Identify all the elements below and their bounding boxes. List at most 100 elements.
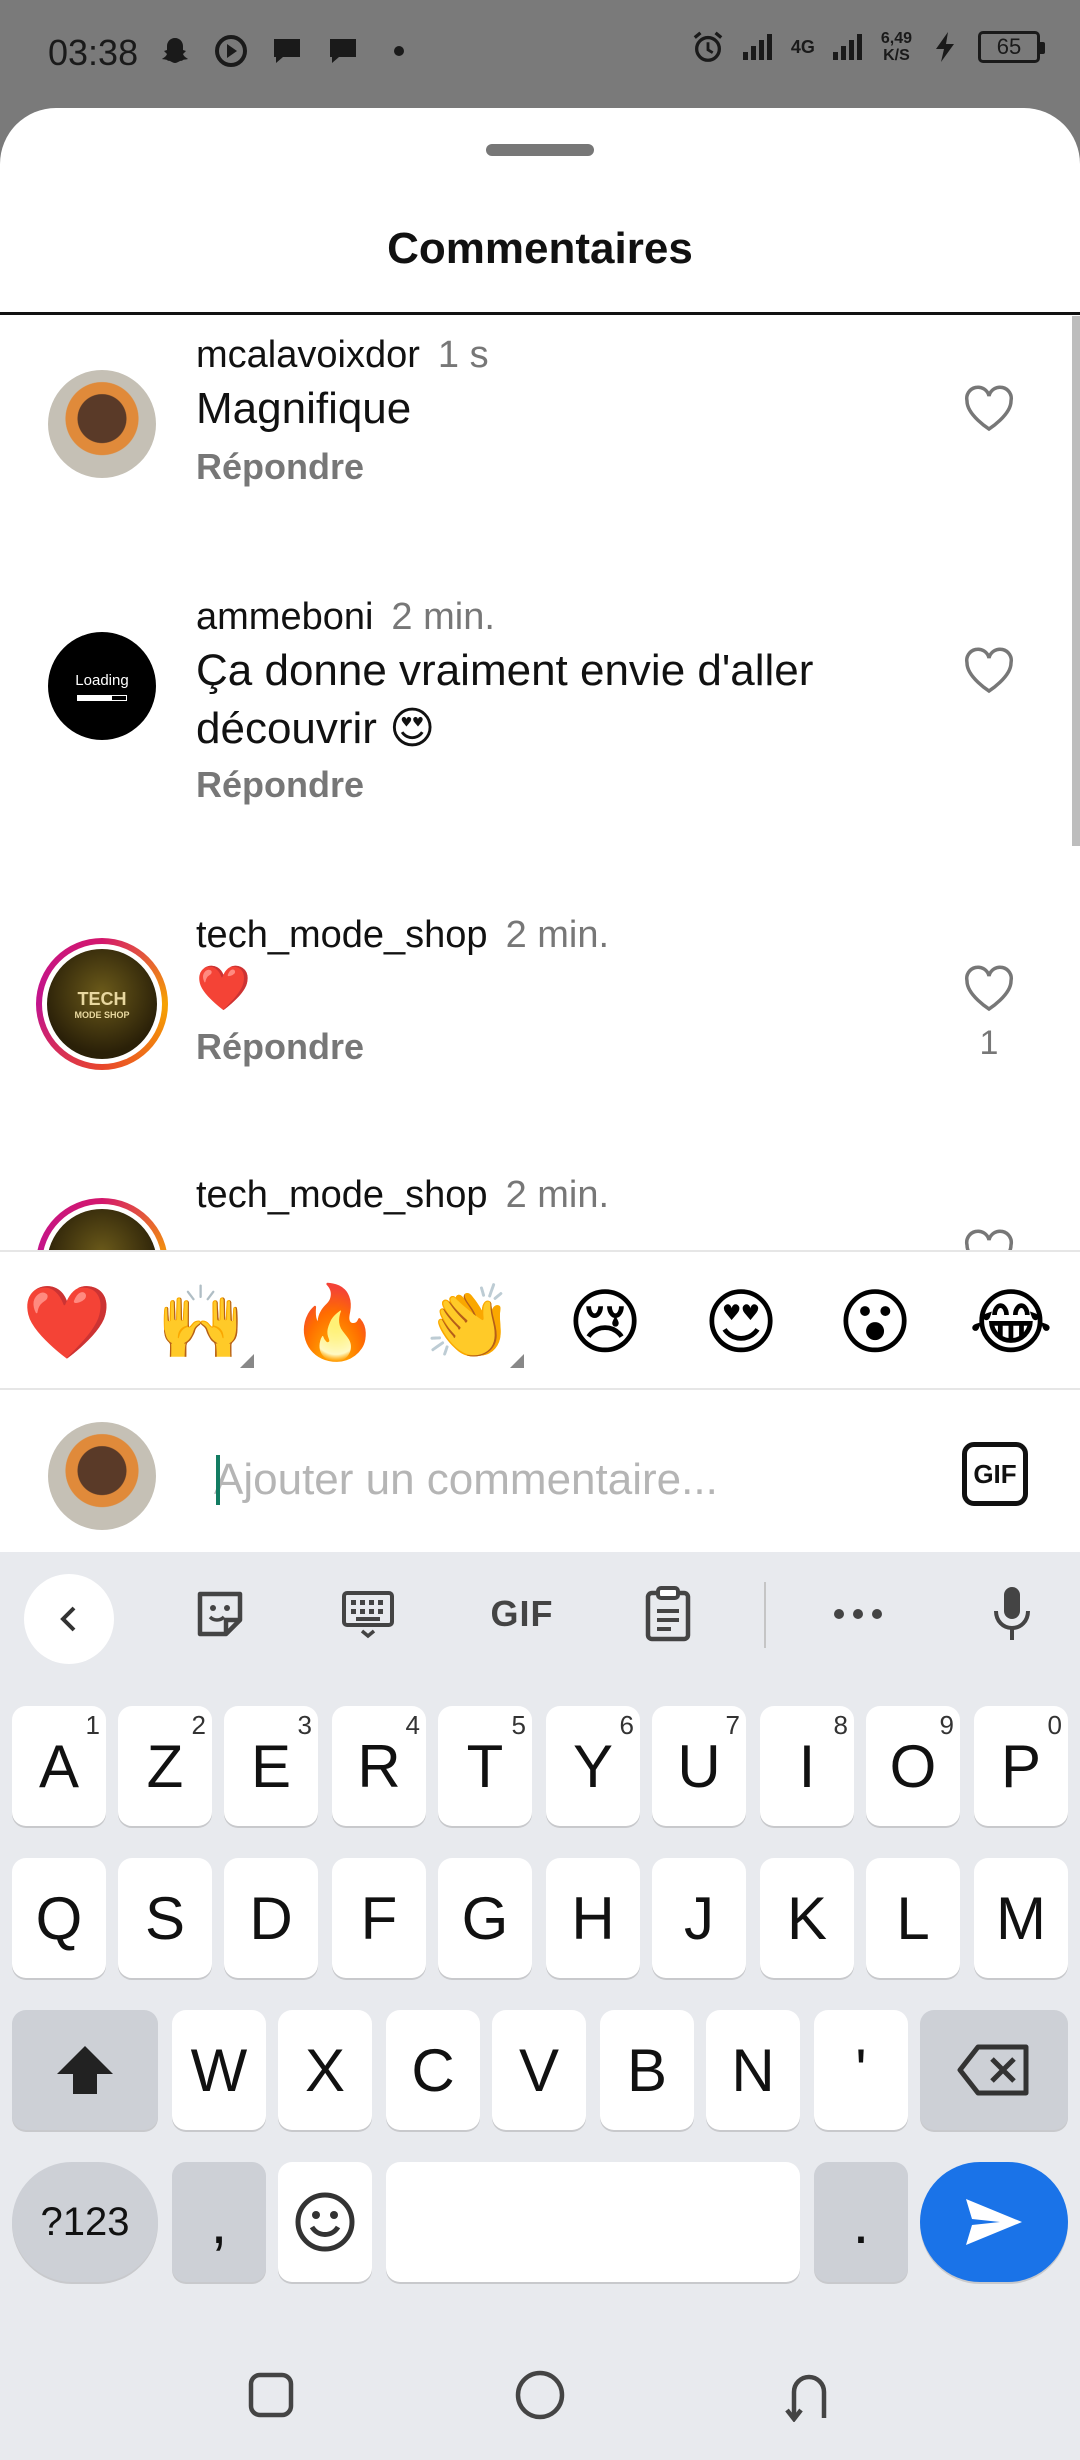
key-n[interactable]: N	[706, 2010, 800, 2130]
comment-composer: GIF	[0, 1390, 1080, 1552]
emoji-laughing-button[interactable]: 😂	[966, 1282, 1056, 1362]
key-d[interactable]: D	[224, 1858, 318, 1978]
comment-header: tech_mode_shop 2 min.	[196, 1174, 609, 1217]
key-o[interactable]: O9	[866, 1706, 960, 1826]
key-q[interactable]: Q	[12, 1858, 106, 1978]
message-icon-2	[326, 34, 360, 68]
key-c[interactable]: C	[386, 2010, 480, 2130]
emoji-raised-hands-button[interactable]: 🙌	[156, 1282, 246, 1362]
key-u[interactable]: U7	[652, 1706, 746, 1826]
signal-icon	[741, 30, 775, 64]
key-x[interactable]: X	[278, 2010, 372, 2130]
keyboard-switch-button[interactable]	[336, 1582, 400, 1646]
title-divider	[0, 312, 1080, 315]
period-key[interactable]: .	[814, 2162, 908, 2282]
key-i[interactable]: I8	[760, 1706, 854, 1826]
key-f[interactable]: F	[332, 1858, 426, 1978]
key-h[interactable]: H	[546, 1858, 640, 1978]
home-button[interactable]	[505, 2360, 575, 2430]
like-heart-icon[interactable]	[962, 646, 1016, 696]
space-bar[interactable]	[386, 2162, 800, 2282]
recent-apps-button[interactable]	[236, 2360, 306, 2430]
shift-arrow-icon	[57, 2046, 113, 2094]
avatar: TECH MODE SHOP	[47, 949, 157, 1059]
scrollbar[interactable]	[1072, 316, 1080, 846]
comment-username[interactable]: mcalavoixdor	[196, 334, 420, 376]
emoji-smile-icon	[295, 2192, 355, 2252]
network-speed-unit: K/S	[883, 47, 910, 64]
comment-time: 2 min.	[505, 914, 610, 956]
back-button[interactable]	[774, 2360, 844, 2430]
clipboard-button[interactable]	[636, 1582, 700, 1646]
reply-button[interactable]: Répondre	[196, 764, 364, 806]
send-key[interactable]	[920, 2162, 1068, 2282]
key-e[interactable]: E3	[224, 1706, 318, 1826]
status-right-icons: 4G 6,49 K/S 65	[691, 30, 1045, 64]
comment-username[interactable]: tech_mode_shop	[196, 1174, 488, 1216]
signal-icon-2	[831, 30, 865, 64]
emoji-surprised-button[interactable]: 😮	[830, 1282, 920, 1362]
key-w[interactable]: W	[172, 2010, 266, 2130]
charging-icon	[928, 30, 962, 64]
emoji-crying-button[interactable]: 😢	[560, 1282, 650, 1362]
avatar[interactable]: Loading	[48, 632, 156, 740]
emoji-fire-button[interactable]: 🔥	[290, 1282, 380, 1362]
key-apostrophe[interactable]: '	[814, 2010, 908, 2130]
emoji-key[interactable]	[278, 2162, 372, 2282]
key-g[interactable]: G	[438, 1858, 532, 1978]
keyboard-icon	[342, 1591, 394, 1639]
sheet-drag-handle[interactable]	[486, 144, 594, 156]
skin-tone-marker-icon	[240, 1354, 254, 1368]
key-t[interactable]: T5	[438, 1706, 532, 1826]
emoji-clap-button[interactable]: 👏	[424, 1282, 514, 1362]
like-heart-icon[interactable]	[962, 964, 1016, 1014]
reply-button[interactable]: Répondre	[196, 1026, 364, 1068]
symbols-key[interactable]: ?123	[12, 2162, 158, 2282]
comment-username[interactable]: ammeboni	[196, 596, 373, 638]
key-a[interactable]: A1	[12, 1706, 106, 1826]
sticker-button[interactable]	[188, 1582, 252, 1646]
avatar-story-ring[interactable]: TECH MODE SHOP	[36, 938, 168, 1070]
shift-key[interactable]	[12, 2010, 158, 2130]
key-p[interactable]: P0	[974, 1706, 1068, 1826]
skin-tone-marker-icon	[510, 1354, 524, 1368]
key-j[interactable]: J	[652, 1858, 746, 1978]
avatar-loading-text: Loading	[75, 671, 129, 689]
comment-username[interactable]: tech_mode_shop	[196, 914, 488, 956]
key-k[interactable]: K	[760, 1858, 854, 1978]
key-r[interactable]: R4	[332, 1706, 426, 1826]
key-label: Z	[146, 1732, 184, 1800]
comments-list[interactable]: mcalavoixdor 1 s Magnifique Répondre Load…	[0, 316, 1080, 1360]
gif-keyboard-button[interactable]: GIF	[482, 1582, 562, 1646]
key-z[interactable]: Z2	[118, 1706, 212, 1826]
key-s[interactable]: S	[118, 1858, 212, 1978]
media-app-icon	[214, 34, 248, 68]
recents-square-icon	[248, 2372, 294, 2418]
more-notifications-dot-icon	[382, 34, 416, 68]
avatar[interactable]	[48, 370, 156, 478]
keyboard: GIF A1 Z2 E3 R4 T5 Y6 U7 I8 O9 P0 Q S D …	[0, 1552, 1080, 2460]
key-hint: 1	[85, 1710, 100, 1740]
key-m[interactable]: M	[974, 1858, 1068, 1978]
key-b[interactable]: B	[600, 2010, 694, 2130]
like-heart-icon[interactable]	[962, 384, 1016, 434]
emoji-heart-eyes-button[interactable]: 😍	[696, 1282, 786, 1362]
comment-text: Ça donne vraiment envie d'aller découvri…	[196, 646, 814, 753]
comment-text: Magnifique	[196, 384, 412, 433]
snapchat-icon	[158, 34, 192, 68]
comma-key[interactable]: ,	[172, 2162, 266, 2282]
key-v[interactable]: V	[492, 2010, 586, 2130]
key-label: Y	[572, 1732, 614, 1800]
key-y[interactable]: Y6	[546, 1706, 640, 1826]
reply-button[interactable]: Répondre	[196, 446, 364, 488]
gif-button[interactable]: GIF	[962, 1442, 1028, 1506]
key-l[interactable]: L	[866, 1858, 960, 1978]
emoji-heart-button[interactable]: ❤️	[22, 1282, 112, 1362]
send-arrow-icon	[966, 2199, 1022, 2245]
network-speed: 6,49 K/S	[881, 30, 912, 64]
backspace-key[interactable]	[920, 2010, 1068, 2130]
voice-input-button[interactable]	[980, 1582, 1044, 1646]
toolbar-back-button[interactable]	[24, 1574, 114, 1664]
comment-input[interactable]	[214, 1450, 914, 1510]
more-options-button[interactable]	[826, 1582, 890, 1646]
